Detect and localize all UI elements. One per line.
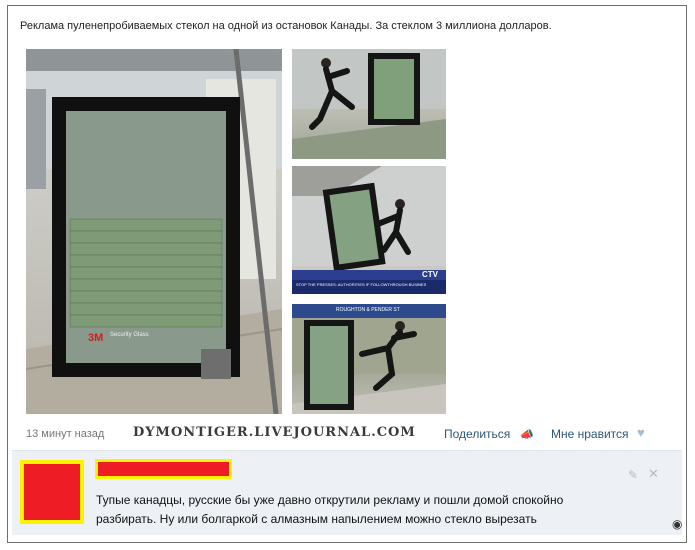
brand-logo: 3M bbox=[88, 332, 104, 344]
bus-shelter-illustration bbox=[26, 49, 282, 414]
comment-text: Тупые канадцы, русские бы уже давно откр… bbox=[96, 493, 564, 526]
photo-kick[interactable] bbox=[292, 49, 446, 159]
like-button[interactable]: Мне нравится bbox=[551, 427, 629, 441]
post-text: Реклама пуленепробиваемых стекол на одно… bbox=[20, 20, 552, 32]
eye-icon: ◉ bbox=[672, 517, 683, 531]
tv-ticker: STOP THE PRESSES: AUTHORITIES IF FOLLOWT… bbox=[296, 282, 426, 287]
close-icon[interactable]: ✕ bbox=[648, 466, 659, 482]
tv-channel-logo: CTV bbox=[422, 270, 438, 279]
post-time[interactable]: 13 минут назад bbox=[26, 428, 104, 440]
pencil-icon[interactable]: ✎ bbox=[628, 468, 638, 482]
photo-main[interactable]: 3M Security Glass bbox=[26, 49, 282, 414]
kick-illustration bbox=[292, 49, 446, 159]
avatar[interactable] bbox=[20, 460, 84, 524]
photo-jump[interactable]: ROUGHTON & PENDER ST bbox=[292, 304, 446, 414]
megaphone-icon[interactable]: 📣 bbox=[520, 428, 534, 441]
watermark: DYMONTIGER.LIVEJOURNAL.COM bbox=[133, 425, 416, 440]
comment-author-name[interactable] bbox=[95, 459, 232, 479]
share-button[interactable]: Поделиться bbox=[444, 427, 510, 441]
brand-caption: Security Glass bbox=[110, 332, 149, 338]
jump-illustration bbox=[292, 304, 446, 414]
heart-icon[interactable]: ♥ bbox=[637, 425, 645, 440]
photo-tv[interactable]: STOP THE PRESSES: AUTHORITIES IF FOLLOWT… bbox=[292, 166, 446, 294]
street-sign: ROUGHTON & PENDER ST bbox=[336, 307, 400, 313]
